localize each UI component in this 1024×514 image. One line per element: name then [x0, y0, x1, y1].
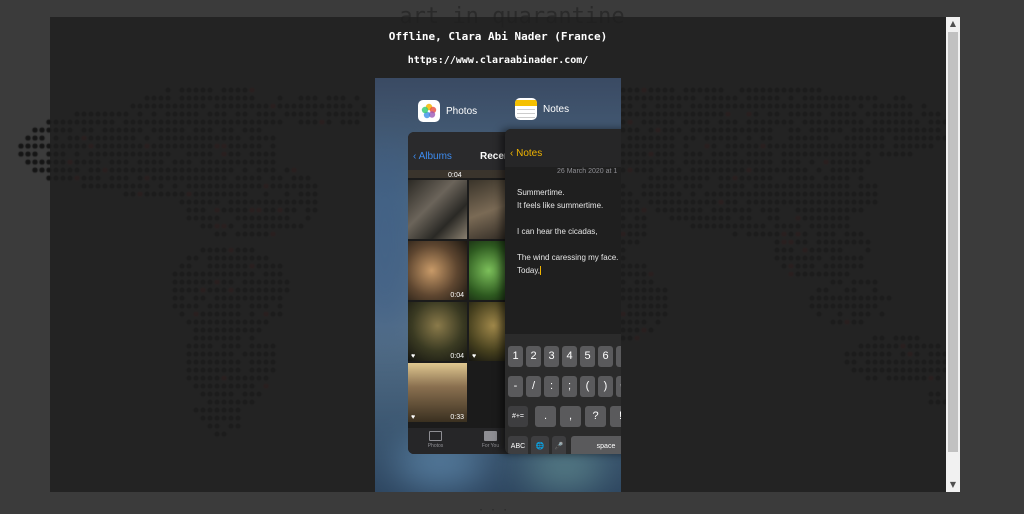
keyboard-key: 3	[544, 346, 559, 367]
photo-thumbnail: 0:04	[408, 170, 518, 179]
photos-app-icon	[418, 100, 440, 122]
photo-thumbnail: 0:04	[408, 241, 467, 300]
for-you-tab-icon	[484, 431, 497, 441]
keyboard-key: space	[571, 436, 621, 454]
bottom-dots: · · ·	[478, 505, 509, 514]
heart-icon: ♥	[472, 353, 477, 360]
keyboard-key: 1	[508, 346, 523, 367]
keyboard-key: 🎤	[552, 436, 566, 454]
keyboard-key: 4	[562, 346, 577, 367]
note-line: Today,	[517, 266, 541, 276]
keyboard-key: :	[544, 376, 559, 397]
note-line	[517, 212, 621, 225]
keyboard-key: .	[535, 406, 556, 427]
photo-thumbnail: ♥ 0:33	[408, 363, 467, 422]
photos-tab: Photos	[408, 428, 463, 454]
artist-website-link[interactable]: https://www.claraabinader.com/	[50, 55, 946, 66]
photo-thumbnail: ♥ 0:04	[408, 302, 467, 361]
notes-back-button: ‹ Notes	[510, 148, 543, 159]
keyboard-key: )	[598, 376, 613, 397]
artwork-title: Offline, Clara Abi Nader (France)	[388, 30, 608, 43]
keyboard-key: !	[610, 406, 621, 427]
scroll-thumb[interactable]	[948, 32, 958, 452]
note-line: It feels like summertime.	[517, 201, 604, 210]
heart-icon: ♥	[411, 414, 416, 421]
scroll-down-icon[interactable]: ▼	[946, 478, 960, 492]
note-line	[517, 238, 621, 251]
keyboard-key: 6	[598, 346, 613, 367]
note-line: I can hear the cicadas,	[517, 227, 598, 236]
keyboard-key: €	[616, 376, 621, 397]
photos-tab-icon	[429, 431, 442, 441]
photos-app-label: Photos	[418, 100, 477, 122]
keyboard-key: 2	[526, 346, 541, 367]
keyboard-key: /	[526, 376, 541, 397]
keyboard-key: 🌐	[531, 436, 549, 454]
artwork-video-frame[interactable]: Photos Notes ‹ Albums Recents 0:04 0:04 …	[375, 78, 621, 492]
scroll-up-icon[interactable]: ▲	[946, 17, 960, 31]
heart-icon: ♥	[411, 353, 416, 360]
photos-app-name: Photos	[446, 105, 478, 117]
notes-app-label: Notes	[515, 98, 569, 120]
keyboard-key: ,	[560, 406, 581, 427]
keyboard-key: (	[580, 376, 595, 397]
notes-nav-bar: ‹ Notes	[505, 129, 621, 167]
notes-app-name: Notes	[543, 103, 570, 115]
keyboard-key: 5	[580, 346, 595, 367]
photo-thumbnail	[408, 180, 467, 239]
keyboard-key: ;	[562, 376, 577, 397]
keyboard-key: 7	[616, 346, 621, 367]
artwork-modal: Offline, Clara Abi Nader (France) https:…	[50, 17, 960, 492]
onscreen-keyboard: 1234567 -/:;()€ #+=.,?! ABC🌐🎤 space	[505, 334, 621, 454]
keyboard-key: -	[508, 376, 523, 397]
keyboard-key: #+=	[508, 406, 528, 427]
note-body: Summertime. It feels like summertime. I …	[517, 186, 621, 277]
note-line: The wind caressing my face.	[517, 253, 619, 262]
notes-app-icon	[515, 98, 537, 120]
note-date: 26 March 2020 at 1	[557, 168, 618, 175]
albums-back-button: ‹ Albums	[413, 151, 452, 162]
note-line: Summertime.	[517, 188, 565, 197]
text-caret	[539, 266, 541, 276]
photos-app-card: ‹ Albums Recents 0:04 0:04 ♥ 0:04 ♥ ♥ 0:…	[408, 132, 518, 454]
photos-tab-bar: Photos For You	[408, 428, 518, 454]
modal-scrollbar[interactable]: ▲ ▼	[946, 17, 960, 492]
notes-app-card: ‹ Notes 26 March 2020 at 1 Summertime. I…	[505, 129, 621, 454]
keyboard-key: ABC	[508, 436, 528, 454]
photos-nav-bar: ‹ Albums Recents	[408, 132, 518, 170]
keyboard-key: ?	[585, 406, 606, 427]
